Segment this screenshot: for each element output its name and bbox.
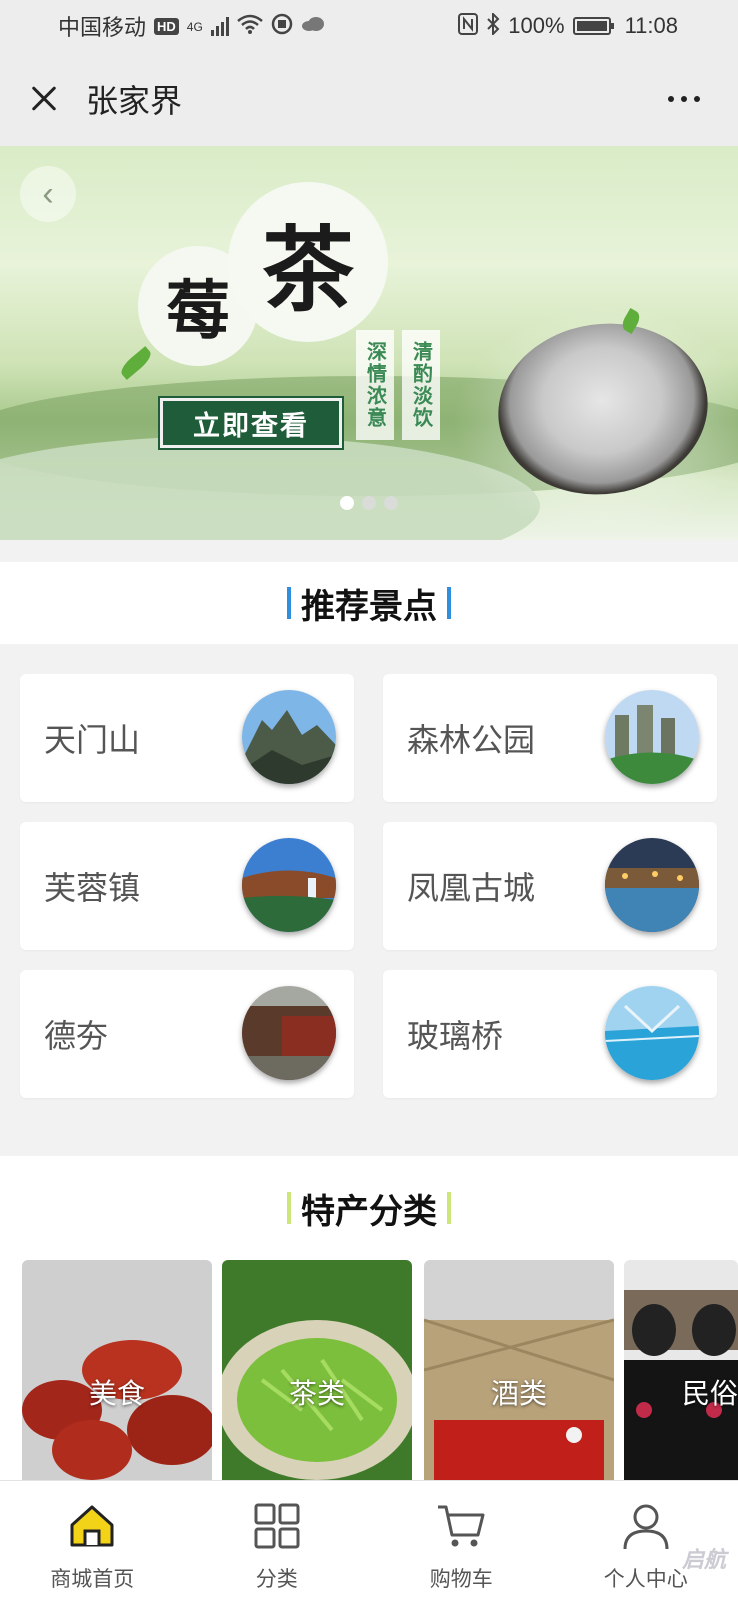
clock: 11:08: [624, 13, 678, 38]
liquor-image: [424, 1260, 614, 1480]
view-now-button[interactable]: 立即查看: [158, 396, 344, 450]
tab-label: 商城首页: [50, 1568, 135, 1591]
battery-icon: [572, 17, 614, 35]
carousel-dot[interactable]: [384, 496, 398, 510]
user-icon: [623, 1504, 669, 1550]
attraction-label: 芙蓉镇: [44, 870, 141, 906]
specialty-label: 美食: [88, 1378, 145, 1409]
banner-prev-icon[interactable]: ‹: [20, 166, 76, 222]
specialty-tile-folk[interactable]: 民俗: [624, 1260, 738, 1480]
status-left: 中国移动 HD 4G: [58, 10, 325, 42]
tea-image: [222, 1260, 412, 1480]
specialty-label: 茶类: [288, 1378, 345, 1409]
cart-icon: [438, 1505, 485, 1547]
attraction-card-glass-bridge[interactable]: 玻璃桥: [383, 970, 717, 1098]
tab-label: 个人中心: [603, 1568, 688, 1591]
nav-header: 张家界: [0, 52, 738, 146]
food-image: [22, 1260, 212, 1480]
attraction-thumb: [242, 986, 336, 1080]
section-title-text: 推荐景点: [301, 587, 437, 626]
nfc-icon: [458, 12, 479, 40]
signal-icon: [210, 16, 229, 36]
title-accent-bar: [447, 1192, 451, 1224]
attraction-card-dehang[interactable]: 德夯: [20, 970, 354, 1098]
attraction-label: 玻璃桥: [407, 1018, 504, 1054]
folk-image: [624, 1260, 738, 1480]
attraction-thumb: [605, 986, 699, 1080]
page-title: 张家界: [86, 83, 183, 119]
watermark-logo: 启航: [681, 1547, 726, 1572]
wifi-icon: [237, 14, 263, 39]
attraction-card-fenghuang[interactable]: 凤凰古城: [383, 822, 717, 950]
specialty-tile-tea[interactable]: 茶类: [222, 1260, 412, 1480]
specialty-tile-liquor[interactable]: 酒类: [424, 1260, 614, 1480]
recommended-section-header: 推荐景点: [0, 562, 738, 644]
tab-category[interactable]: 分类: [185, 1481, 370, 1600]
attraction-label: 天门山: [44, 722, 141, 758]
carousel-indicator: [0, 496, 738, 510]
shield-notification-icon: [271, 13, 293, 40]
specialty-label: 酒类: [490, 1378, 547, 1409]
specialty-label: 民俗: [681, 1378, 738, 1409]
carrier-name: 中国移动: [58, 15, 147, 40]
bluetooth-icon: [486, 11, 500, 40]
tab-label: 购物车: [429, 1568, 493, 1591]
tab-home[interactable]: 商城首页: [0, 1481, 185, 1600]
recommended-title: 推荐景点: [287, 579, 451, 628]
tab-profile[interactable]: 个人中心: [554, 1481, 738, 1600]
tab-label: 分类: [255, 1568, 298, 1591]
banner-tag-1: 深情浓意: [356, 330, 394, 440]
bottom-tab-bar: 商城首页 分类 购物车 个人中心 启航: [0, 1480, 738, 1600]
attraction-thumb: [605, 690, 699, 784]
status-bar: 中国移动 HD 4G 100% 11:08: [0, 0, 738, 52]
home-icon: [70, 1505, 114, 1547]
attraction-label: 森林公园: [407, 722, 536, 758]
specialty-title: 特产分类: [287, 1184, 451, 1233]
specialty-tile-food[interactable]: 美食: [22, 1260, 212, 1480]
attraction-card-furongzhen[interactable]: 芙蓉镇: [20, 822, 354, 950]
banner-tag-2: 清酌淡饮: [402, 330, 440, 440]
attraction-thumb: [242, 690, 336, 784]
attraction-thumb: [605, 838, 699, 932]
close-icon[interactable]: [24, 79, 64, 119]
tab-cart[interactable]: 购物车: [369, 1481, 554, 1600]
leaf-decoration: [117, 346, 155, 380]
title-accent-bar: [287, 587, 291, 619]
attraction-card-tianmenshan[interactable]: 天门山: [20, 674, 354, 802]
section-title-text: 特产分类: [301, 1192, 437, 1231]
attraction-thumb: [242, 838, 336, 932]
cloud-icon: [301, 16, 325, 37]
specialty-section-header: 特产分类: [0, 1156, 738, 1260]
carousel-dot[interactable]: [362, 496, 376, 510]
battery-percent: 100%: [508, 13, 565, 38]
banner-char-big: 茶: [228, 182, 388, 342]
grid-icon: [254, 1503, 300, 1549]
carousel-dot[interactable]: [340, 496, 354, 510]
hd-icon: HD: [154, 17, 179, 35]
title-accent-bar: [447, 587, 451, 619]
network-type: 4G: [186, 20, 203, 34]
attraction-label: 德夯: [44, 1018, 109, 1054]
more-dots-icon[interactable]: [658, 86, 710, 112]
status-right: 100% 11:08: [458, 11, 678, 40]
banner-carousel[interactable]: ‹ 莓 茶 深情浓意 清酌淡饮 立即查看: [0, 146, 738, 540]
specialty-section: 特产分类 美食 茶类 酒类 民俗: [0, 1156, 738, 1480]
attraction-card-forest-park[interactable]: 森林公园: [383, 674, 717, 802]
attractions-grid: 天门山 森林公园 芙蓉镇 凤凰古城 德夯 玻璃桥: [0, 644, 738, 1134]
title-accent-bar: [287, 1192, 291, 1224]
attraction-label: 凤凰古城: [407, 870, 536, 906]
